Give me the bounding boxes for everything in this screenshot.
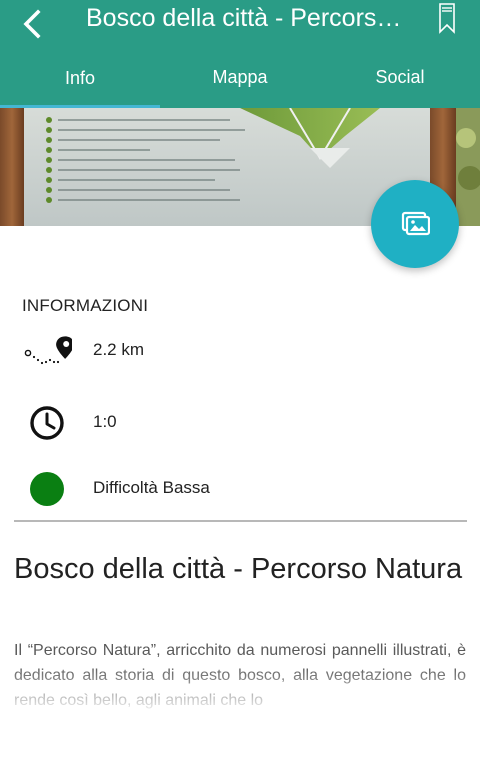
tab-info-label: Info: [64, 68, 96, 88]
back-arrow-icon: [23, 9, 41, 39]
tab-bar: Info Mappa Social: [0, 56, 480, 108]
top-bar: Bosco della città - Percorso Natura: [0, 0, 480, 56]
app-bar: Bosco della città - Percorso Natura Info…: [0, 0, 480, 108]
divider: [14, 520, 467, 522]
tab-social-label: Social: [375, 67, 425, 87]
difficulty-value: Difficoltà Bassa: [93, 478, 210, 497]
bookmark-button[interactable]: [434, 0, 460, 36]
bookmark-icon: [439, 3, 455, 34]
tab-mappa[interactable]: Mappa: [160, 56, 320, 108]
difficulty-row: Difficoltà Bassa: [22, 469, 462, 509]
distance-row: 2.2 km: [22, 331, 462, 371]
route-title: Bosco della città - Percorso Natura: [14, 553, 463, 585]
page-title: Bosco della città - Percorso Natura: [86, 4, 406, 32]
tab-mappa-label: Mappa: [212, 67, 268, 87]
description-fade: [0, 666, 480, 716]
difficulty-dot-icon: [22, 469, 72, 509]
distance-value: 2.2 km: [93, 340, 145, 359]
info-heading: INFORMAZIONI: [22, 296, 149, 315]
clock-icon: [22, 403, 72, 443]
duration-row: 1:0: [22, 403, 462, 443]
gallery-button[interactable]: [371, 180, 459, 268]
tab-info[interactable]: Info: [0, 56, 160, 108]
tab-social[interactable]: Social: [320, 56, 480, 108]
route-pin-icon: [22, 331, 72, 371]
gallery-icon: [401, 211, 430, 236]
back-button[interactable]: [10, 2, 54, 46]
duration-value: 1:0: [93, 412, 117, 431]
